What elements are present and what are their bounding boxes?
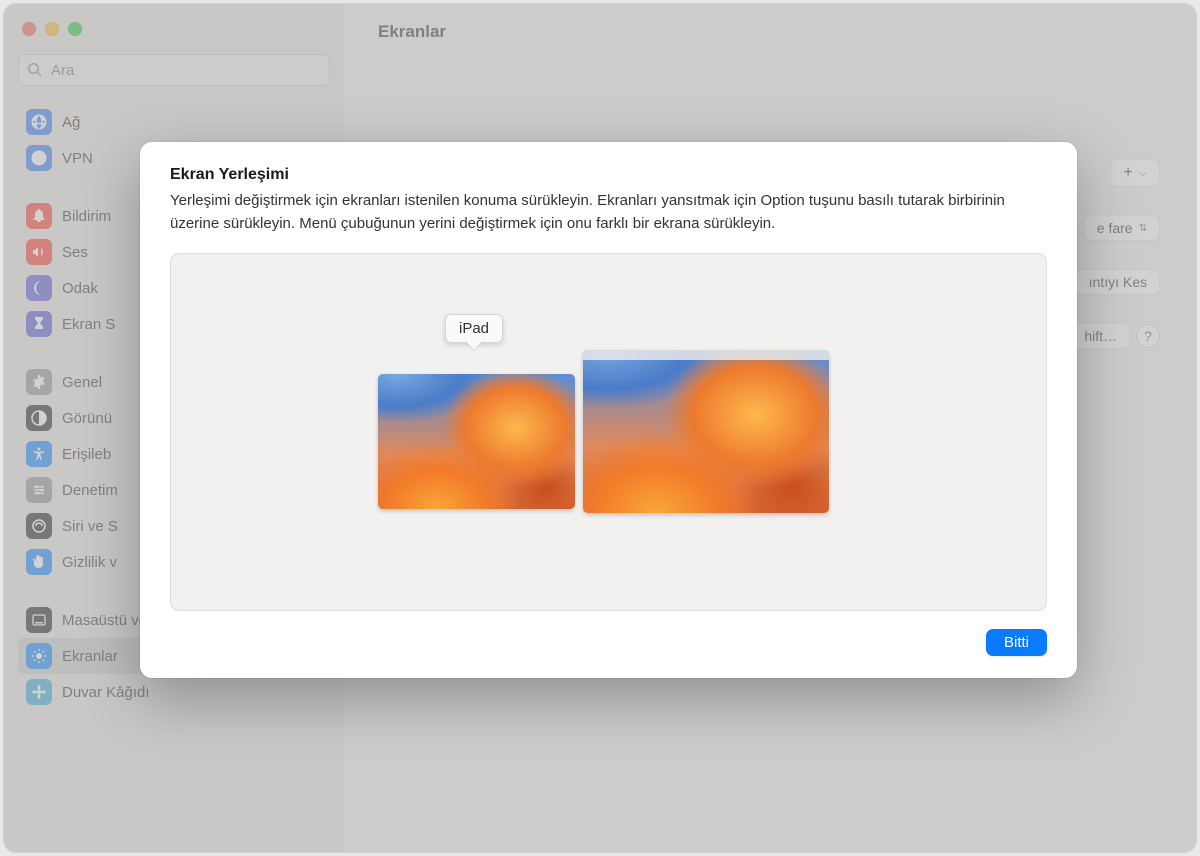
sidebar-item-label: Denetim [62, 482, 118, 499]
dock-icon [26, 607, 52, 633]
siri-icon [26, 513, 52, 539]
sidebar-item-label: Erişileb [62, 446, 111, 463]
modal-footer: Bitti [170, 629, 1047, 656]
page-title: Ekranlar [378, 22, 446, 42]
display-tooltip: iPad [445, 314, 503, 343]
close-window-button[interactable] [22, 22, 36, 36]
help-button[interactable]: ? [1136, 324, 1160, 348]
sidebar-item-label: Odak [62, 280, 98, 297]
arrange-displays-modal: Ekran Yerleşimi Yerleşimi değiştirmek iç… [140, 142, 1077, 678]
sidebar-item-label: Genel [62, 374, 102, 391]
sidebar-item-label: Ekranlar [62, 648, 118, 665]
menubar-indicator[interactable] [583, 350, 829, 360]
sidebar-item-label: Ağ [62, 114, 80, 131]
display-main[interactable] [583, 350, 829, 513]
updown-icon: ⇅ [1139, 223, 1147, 234]
globe-lock-icon [26, 145, 52, 171]
traffic-lights [4, 14, 344, 54]
sidebar-item-label: Duvar Kâğıdı [62, 684, 150, 701]
hourglass-icon [26, 311, 52, 337]
disconnect-button[interactable]: ıntıyı Kes [1076, 269, 1160, 295]
gear-icon [26, 369, 52, 395]
flower-icon [26, 679, 52, 705]
fullscreen-window-button[interactable] [68, 22, 82, 36]
pointer-popup[interactable]: e fare⇅ [1084, 215, 1160, 241]
modal-description: Yerleşimi değiştirmek için ekranları ist… [170, 190, 1047, 235]
search-input[interactable] [18, 54, 330, 86]
globe-icon [26, 109, 52, 135]
sidebar-item-label: Ses [62, 244, 88, 261]
sidebar-item-label: Gizlilik v [62, 554, 117, 571]
settings-window: Ağ VPN Bildirim Ses Odak Ekran S Genel Görünü Er… [4, 4, 1196, 852]
hand-icon [26, 549, 52, 575]
wallpaper-thumb-icon [583, 350, 829, 513]
add-display-button[interactable]: +⌵ [1110, 159, 1160, 187]
bell-icon [26, 203, 52, 229]
sidebar-item-label: VPN [62, 150, 93, 167]
brightness-icon [26, 643, 52, 669]
sidebar-item-label: Ekran S [62, 316, 115, 333]
sidebar-item-label: Siri ve S [62, 518, 118, 535]
chevron-down-icon: ⌵ [1139, 168, 1147, 179]
moon-icon [26, 275, 52, 301]
titlebar: Ekranlar [344, 4, 1196, 59]
done-button[interactable]: Bitti [986, 629, 1047, 656]
sidebar-item-globe[interactable]: Ağ [18, 104, 330, 140]
appearance-icon [26, 405, 52, 431]
modal-title: Ekran Yerleşimi [170, 166, 1047, 184]
sidebar-item-label: Bildirim [62, 208, 111, 225]
search-icon [27, 62, 43, 78]
display-ipad[interactable] [378, 374, 575, 509]
minimize-window-button[interactable] [45, 22, 59, 36]
display-arrangement-area[interactable]: iPad [170, 253, 1047, 611]
sliders-icon [26, 477, 52, 503]
accessibility-icon [26, 441, 52, 467]
search-field[interactable] [18, 54, 330, 86]
sidebar-item-label: Görünü [62, 410, 112, 427]
sidebar-item-flower[interactable]: Duvar Kâğıdı [18, 674, 330, 710]
sound-icon [26, 239, 52, 265]
wallpaper-thumb-icon [378, 374, 575, 509]
night-shift-button[interactable]: hift… [1071, 323, 1130, 349]
